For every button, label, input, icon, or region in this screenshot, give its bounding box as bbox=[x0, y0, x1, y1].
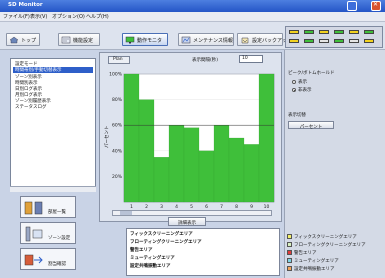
maintenance-icon bbox=[181, 36, 191, 44]
title-bar: SD Monitor bbox=[0, 0, 385, 12]
detail-view-button[interactable]: 詳細表示 bbox=[168, 217, 206, 226]
legend-label: 設定共鳴振動エリア bbox=[294, 267, 335, 272]
tree-item-selected[interactable]: 時間帯別/手動切替表示 bbox=[13, 67, 93, 73]
menu-bar: ファイル(F) 表示(V) オプション(O) ヘルプ(H) bbox=[0, 12, 385, 22]
tree-scrollbar[interactable] bbox=[10, 186, 96, 192]
peak-hold-label: ピーク/ボトムホールド bbox=[288, 71, 335, 76]
legend-swatch bbox=[287, 250, 292, 255]
bar bbox=[153, 157, 170, 203]
plot-area: 100%80%60%40%20%1 2 3 4 5 6 7 8 9 10 bbox=[109, 72, 275, 210]
zone-item: 設定共鳴振動エリア bbox=[130, 264, 171, 269]
signal-status-panel bbox=[285, 26, 383, 48]
thumbnail-label: ゾーン設定 bbox=[48, 236, 71, 241]
toolbar-label: 動作モニタ bbox=[137, 38, 163, 44]
toolbar-monitor-button[interactable]: 動作モニタ bbox=[122, 33, 168, 46]
legend-label: ミューティングエリア bbox=[294, 259, 339, 264]
zone-item: ミューティングエリア bbox=[130, 256, 175, 261]
mode-tree: 設定モード 時間帯別/手動切替表示 ゾーン別表示 時間別表示 日別ログ表示 月別… bbox=[10, 58, 96, 192]
legend-swatch bbox=[287, 258, 292, 263]
toolbar-label: メンテナンス情報 bbox=[193, 38, 233, 44]
menu-view[interactable]: 表示(V) bbox=[30, 13, 47, 20]
thumbnail-zone-setting[interactable]: ゾーン設定 bbox=[20, 222, 76, 244]
legend-label: フローティングクリーニングエリア bbox=[294, 243, 366, 248]
bar bbox=[213, 125, 230, 203]
toolbar-settings-button[interactable]: 機能設定 bbox=[58, 33, 100, 46]
signal-cell bbox=[349, 39, 359, 43]
home-icon bbox=[9, 36, 19, 44]
bar bbox=[138, 99, 155, 203]
legend-swatch bbox=[287, 266, 292, 271]
percent-bar-chart: パーセント 100%80%60%40%20%1 2 3 4 5 6 7 8 9 10 bbox=[104, 72, 275, 210]
zone-item: 警告エリア bbox=[130, 248, 153, 253]
backup-icon bbox=[241, 37, 249, 44]
radio-show[interactable] bbox=[292, 80, 296, 84]
signal-cell bbox=[304, 30, 314, 34]
toolbar-label: 機能設定 bbox=[73, 38, 94, 44]
thumbnail-assignment[interactable]: 割当確認 bbox=[20, 248, 76, 270]
menu-options[interactable]: オプション(O) bbox=[52, 13, 85, 20]
y-tick-label: 100% bbox=[109, 72, 123, 78]
y-tick-label: 20% bbox=[112, 174, 123, 180]
signal-cell bbox=[364, 39, 374, 43]
bar bbox=[228, 137, 245, 203]
legend-swatch bbox=[287, 234, 292, 239]
bar bbox=[258, 73, 275, 203]
assignment-icon bbox=[24, 254, 43, 266]
plan-button[interactable]: Plan bbox=[108, 56, 130, 64]
thumbnail-label: 部屋一覧 bbox=[48, 210, 66, 215]
close-button[interactable] bbox=[371, 1, 381, 11]
toolbar-backup-button[interactable]: 設定バックアップ bbox=[237, 33, 292, 46]
signal-cell bbox=[319, 39, 329, 43]
legend-label: 警告エリア bbox=[294, 251, 317, 256]
radio-hide[interactable] bbox=[292, 88, 296, 92]
menu-file[interactable]: ファイル(F) bbox=[3, 13, 30, 20]
y-tick-label: 40% bbox=[112, 148, 123, 154]
radio-hide-label: 非表示 bbox=[298, 88, 312, 93]
zone-list: フィックスクリーニングエリア フローティングクリーニングエリア 警告エリア ミュ… bbox=[126, 228, 280, 276]
y-axis-label: パーセント bbox=[104, 126, 110, 149]
signal-cell bbox=[289, 39, 299, 43]
signal-cell bbox=[364, 30, 374, 34]
signal-cell bbox=[349, 30, 359, 34]
y-tick-label: 60% bbox=[112, 123, 123, 129]
zone-item: フローティングクリーニングエリア bbox=[130, 240, 202, 245]
room-layout-icon bbox=[24, 201, 43, 215]
signal-cell bbox=[304, 39, 314, 43]
signal-cell bbox=[289, 30, 299, 34]
percent-toggle-button[interactable]: パーセント bbox=[288, 121, 334, 130]
toolbar-maintenance-button[interactable]: メンテナンス情報 bbox=[178, 33, 234, 46]
signal-cell bbox=[334, 39, 344, 43]
legend-swatch bbox=[287, 242, 292, 247]
thumbnail-room-list[interactable]: 部屋一覧 bbox=[20, 196, 76, 218]
window-title: SD Monitor bbox=[8, 2, 43, 8]
tree-item[interactable]: ステータスログ bbox=[15, 104, 47, 110]
signal-cell bbox=[319, 30, 329, 34]
zone-item: フィックスクリーニングエリア bbox=[130, 232, 193, 237]
bar bbox=[198, 150, 215, 203]
toolbar-label: トップ bbox=[21, 38, 37, 44]
bar bbox=[183, 127, 200, 203]
monitor-icon bbox=[125, 36, 135, 44]
bar bbox=[168, 125, 185, 203]
minimize-button[interactable] bbox=[347, 1, 357, 11]
legend-label: フィックスクリーニングエリア bbox=[294, 235, 357, 240]
chart-horizontal-scrollbar[interactable] bbox=[112, 210, 272, 216]
bar bbox=[243, 144, 260, 203]
interval-label: 表示間隔(秒) bbox=[192, 58, 219, 63]
y-tick-label: 80% bbox=[112, 97, 123, 103]
menu-help[interactable]: ヘルプ(H) bbox=[86, 13, 109, 20]
settings-icon bbox=[61, 36, 71, 44]
radio-show-label: 表示 bbox=[298, 80, 307, 85]
signal-cell bbox=[334, 30, 344, 34]
display-switch-label: 表示切替 bbox=[288, 113, 306, 118]
zone-setting-icon bbox=[25, 226, 43, 242]
scrollbar-thumb[interactable] bbox=[120, 211, 132, 215]
thumbnail-label: 割当確認 bbox=[48, 262, 66, 267]
interval-input[interactable]: 10 bbox=[239, 55, 263, 63]
bar bbox=[123, 73, 140, 203]
toolbar-top-button[interactable]: トップ bbox=[6, 33, 40, 46]
